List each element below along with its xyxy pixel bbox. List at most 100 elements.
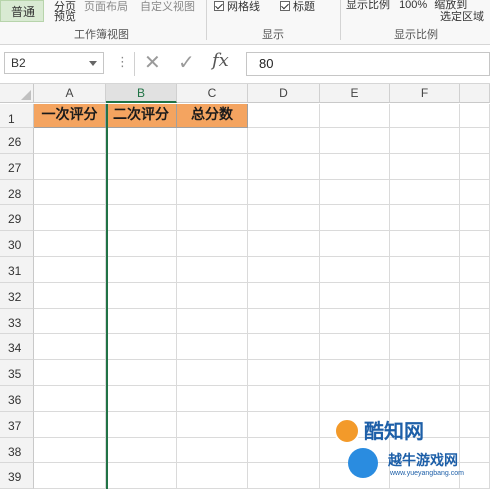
cell[interactable] <box>320 128 390 154</box>
cell[interactable] <box>177 231 248 257</box>
cell[interactable] <box>320 104 390 128</box>
cell[interactable] <box>460 308 490 335</box>
cell[interactable] <box>248 153 320 180</box>
row-header-32[interactable]: 32 <box>0 282 34 309</box>
header-cell-b1[interactable]: 二次评分 <box>106 104 177 128</box>
cell[interactable] <box>320 386 390 412</box>
row-header-33[interactable]: 33 <box>0 308 34 335</box>
row-header-28[interactable]: 28 <box>0 179 34 206</box>
row-header-36[interactable]: 36 <box>0 386 34 412</box>
cell[interactable] <box>34 257 106 283</box>
column-header-a[interactable]: A <box>34 84 106 103</box>
row-header-26[interactable]: 26 <box>0 128 34 154</box>
cell[interactable] <box>248 104 320 128</box>
cell[interactable] <box>390 205 460 232</box>
cell[interactable] <box>34 386 106 412</box>
cell[interactable] <box>390 231 460 257</box>
cell[interactable] <box>177 308 248 335</box>
cell[interactable] <box>177 282 248 309</box>
cell[interactable] <box>248 128 320 154</box>
cell[interactable] <box>106 437 177 464</box>
row-header-1[interactable]: 1 <box>0 104 34 128</box>
cell[interactable] <box>106 463 177 490</box>
cell[interactable] <box>320 308 390 335</box>
gridlines-checkbox[interactable]: 网格线 <box>214 0 260 14</box>
cell[interactable] <box>460 360 490 386</box>
cell[interactable] <box>177 437 248 464</box>
cell[interactable] <box>460 282 490 309</box>
cell[interactable] <box>177 463 248 490</box>
cell[interactable] <box>460 386 490 412</box>
column-header-f[interactable]: F <box>390 84 460 103</box>
cell[interactable] <box>177 334 248 361</box>
cell[interactable] <box>106 179 177 206</box>
cell[interactable] <box>320 205 390 232</box>
name-box[interactable]: B2 <box>4 52 104 74</box>
row-header-37[interactable]: 37 <box>0 411 34 438</box>
cell[interactable] <box>177 257 248 283</box>
cell[interactable] <box>34 282 106 309</box>
cell[interactable] <box>248 463 320 490</box>
column-header-e[interactable]: E <box>320 84 390 103</box>
cancel-icon[interactable]: ✕ <box>144 50 161 75</box>
cell[interactable] <box>460 205 490 232</box>
cell[interactable] <box>106 360 177 386</box>
page-layout-button[interactable]: 页面布局 <box>84 0 128 14</box>
cell[interactable] <box>106 411 177 438</box>
cell[interactable] <box>248 437 320 464</box>
cell[interactable] <box>460 334 490 361</box>
cell[interactable] <box>34 128 106 154</box>
header-cell-a1[interactable]: 一次评分 <box>34 104 106 128</box>
enter-check-icon[interactable]: ✓ <box>178 50 195 75</box>
cell[interactable] <box>248 179 320 206</box>
cell[interactable] <box>248 386 320 412</box>
row-header-31[interactable]: 31 <box>0 257 34 283</box>
cell[interactable] <box>177 205 248 232</box>
cell[interactable] <box>320 257 390 283</box>
row-header-39[interactable]: 39 <box>0 463 34 490</box>
cell[interactable] <box>177 128 248 154</box>
cell[interactable] <box>106 282 177 309</box>
cell[interactable] <box>460 128 490 154</box>
cell[interactable] <box>390 104 460 128</box>
cell[interactable] <box>248 205 320 232</box>
column-header-d[interactable]: D <box>248 84 320 103</box>
cell[interactable] <box>390 128 460 154</box>
cell[interactable] <box>390 153 460 180</box>
cell[interactable] <box>390 334 460 361</box>
row-header-27[interactable]: 27 <box>0 153 34 180</box>
insert-function-icon[interactable]: fx <box>212 50 229 71</box>
cell[interactable] <box>106 128 177 154</box>
cell[interactable] <box>320 334 390 361</box>
cell[interactable] <box>34 179 106 206</box>
cell[interactable] <box>34 411 106 438</box>
row-header-30[interactable]: 30 <box>0 231 34 257</box>
row-header-35[interactable]: 35 <box>0 360 34 386</box>
chevron-down-icon[interactable] <box>89 61 97 66</box>
cell[interactable] <box>248 308 320 335</box>
cell[interactable] <box>248 257 320 283</box>
cell[interactable] <box>106 153 177 180</box>
zoom-100-button[interactable]: 100% <box>399 0 427 11</box>
cell[interactable] <box>106 205 177 232</box>
cell[interactable] <box>390 386 460 412</box>
zoom-to-selection-button[interactable]: 选定区域 <box>440 8 484 24</box>
cell[interactable] <box>248 411 320 438</box>
cell[interactable] <box>106 386 177 412</box>
header-cell-c1[interactable]: 总分数 <box>177 104 248 128</box>
column-header-c[interactable]: C <box>177 84 248 103</box>
custom-view-button[interactable]: 自定义视图 <box>140 0 195 14</box>
cell[interactable] <box>460 104 490 128</box>
cell[interactable] <box>106 334 177 361</box>
cell[interactable] <box>460 153 490 180</box>
cell[interactable] <box>390 282 460 309</box>
cell[interactable] <box>34 463 106 490</box>
cell[interactable] <box>34 437 106 464</box>
normal-view-button[interactable]: 普通 <box>0 0 44 22</box>
cell[interactable] <box>34 334 106 361</box>
cell[interactable] <box>390 179 460 206</box>
cell[interactable] <box>390 360 460 386</box>
cell[interactable] <box>248 334 320 361</box>
cell[interactable] <box>390 257 460 283</box>
cell[interactable] <box>34 308 106 335</box>
